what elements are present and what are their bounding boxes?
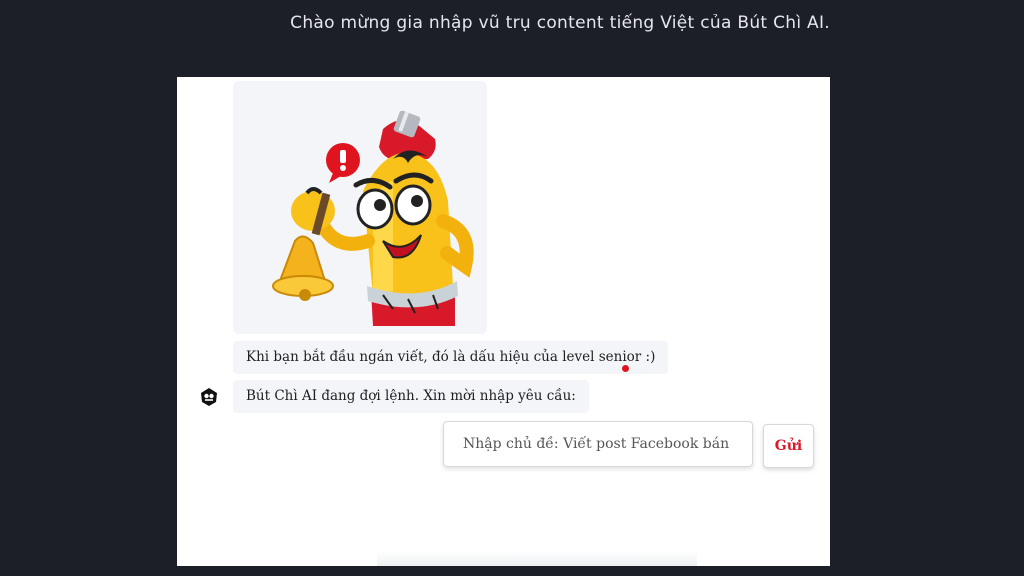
send-button[interactable]: Gửi	[763, 424, 814, 468]
pencil-mascot-ringing-bell-icon	[272, 110, 474, 326]
chat-message: Khi bạn bắt đầu ngán viết, đó là dấu hiệ…	[233, 341, 669, 374]
topic-input[interactable]	[443, 421, 753, 467]
welcome-message: Chào mừng gia nhập vũ trụ content tiếng …	[290, 13, 830, 33]
notification-dot	[622, 365, 629, 372]
bottom-shade	[377, 551, 697, 566]
exclamation-bubble-icon	[326, 143, 360, 183]
chat-message: Bút Chì AI đang đợi lệnh. Xin mời nhập y…	[233, 380, 589, 413]
chat-panel: Khi bạn bắt đầu ngán viết, đó là dấu hiệ…	[177, 77, 830, 566]
mascot-image	[233, 81, 487, 334]
bot-badge-icon	[201, 388, 217, 406]
